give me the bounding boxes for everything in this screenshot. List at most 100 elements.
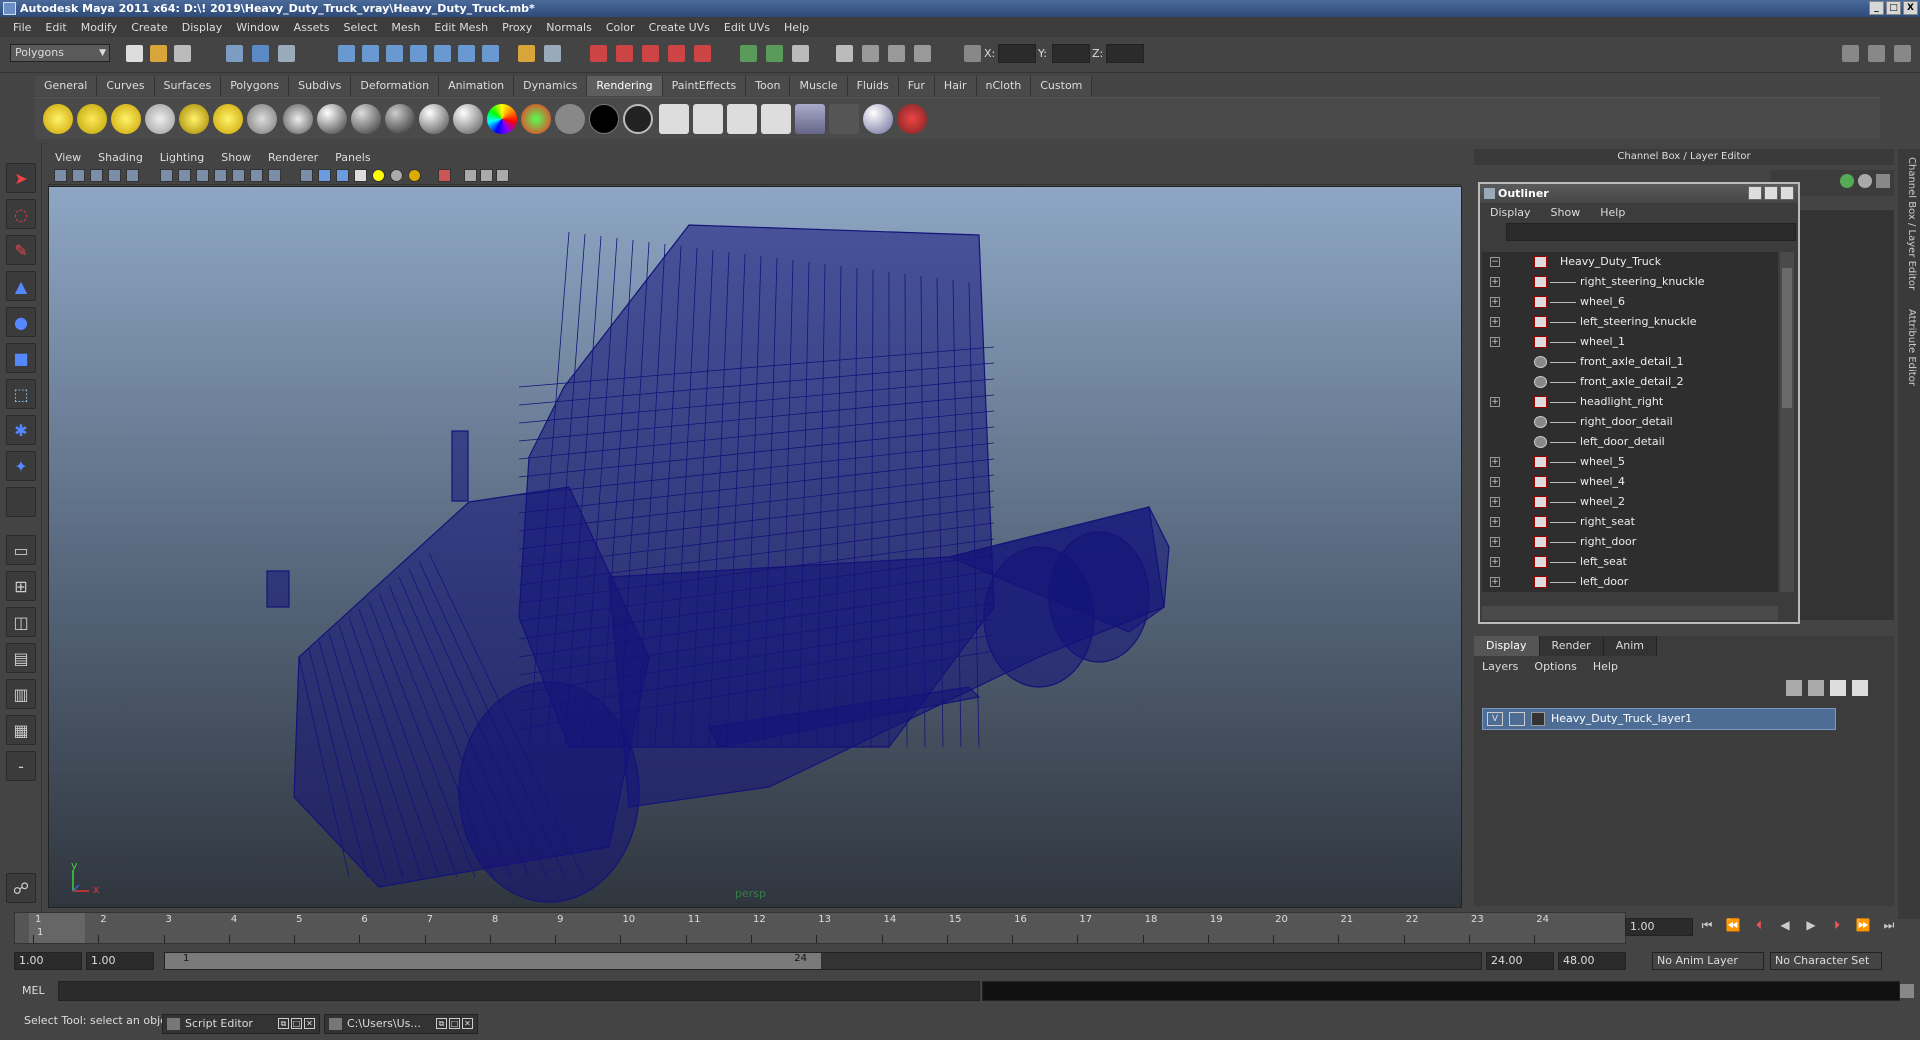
- show-manipulator-icon[interactable]: ✦: [6, 451, 36, 481]
- create-layer-from-selected-icon[interactable]: [1852, 680, 1868, 696]
- high-quality-icon[interactable]: [408, 169, 421, 182]
- grid-icon[interactable]: [160, 169, 173, 182]
- gate-mask-icon[interactable]: [214, 169, 227, 182]
- move-layer-down-icon[interactable]: [1808, 680, 1824, 696]
- outliner-item[interactable]: front_axle_detail_1: [1482, 352, 1778, 372]
- expand-icon[interactable]: +: [1490, 577, 1500, 587]
- create-empty-layer-icon[interactable]: [1830, 680, 1846, 696]
- toggle-tool-settings-icon[interactable]: [1868, 45, 1885, 62]
- save-scene-icon[interactable]: [174, 45, 191, 62]
- layer-visibility-toggle[interactable]: V: [1487, 712, 1503, 726]
- hypershade-shelf-icon[interactable]: [795, 104, 825, 134]
- rotate-tool-icon[interactable]: ●: [6, 307, 36, 337]
- toggle-channel-box-icon[interactable]: [1894, 45, 1911, 62]
- layer-tab-anim[interactable]: Anim: [1603, 636, 1657, 656]
- step-forward-key-icon[interactable]: ⏵: [1828, 918, 1846, 936]
- area-light-icon[interactable]: [179, 104, 209, 134]
- last-tool-slot[interactable]: [6, 487, 36, 517]
- directional-light-icon[interactable]: [77, 104, 107, 134]
- expand-icon[interactable]: +: [1490, 557, 1500, 567]
- material-rampshader-icon[interactable]: [487, 104, 517, 134]
- outliner-item[interactable]: + right_seat: [1482, 512, 1778, 532]
- xray-components-icon[interactable]: [496, 169, 509, 182]
- scale-tool-icon[interactable]: ■: [6, 343, 36, 373]
- material-ocean-icon[interactable]: [623, 104, 653, 134]
- shelf-tab-deformation[interactable]: Deformation: [351, 76, 440, 96]
- play-backwards-icon[interactable]: ◀: [1776, 918, 1794, 936]
- outliner-menu-help[interactable]: Help: [1590, 206, 1635, 219]
- outliner-item[interactable]: + right_steering_knuckle: [1482, 272, 1778, 292]
- ipr-render-shelf-icon[interactable]: [693, 104, 723, 134]
- close-button[interactable]: X: [1903, 1, 1918, 15]
- persp-graph-hypergraph-layout-icon[interactable]: ▦: [6, 715, 36, 745]
- single-perspective-layout-icon[interactable]: ▭: [6, 535, 36, 565]
- task-console[interactable]: C:\Users\Us... ⧉ □ ✕: [324, 1014, 478, 1034]
- make-live-icon[interactable]: [694, 45, 711, 62]
- script-editor-icon[interactable]: [1900, 984, 1914, 998]
- open-scene-icon[interactable]: [150, 45, 167, 62]
- ambient-light-icon[interactable]: [43, 104, 73, 134]
- viewport-menu-panels[interactable]: Panels: [328, 151, 380, 164]
- material-layered-icon[interactable]: [385, 104, 415, 134]
- render-view-icon[interactable]: [727, 104, 757, 134]
- menu-window[interactable]: Window: [229, 21, 286, 34]
- spot-light-icon[interactable]: [145, 104, 175, 134]
- menu-create[interactable]: Create: [124, 21, 175, 34]
- outliner-horizontal-scrollbar[interactable]: [1482, 606, 1778, 620]
- layer-menu-layers[interactable]: Layers: [1474, 660, 1526, 673]
- material-shading-map-icon[interactable]: [521, 104, 551, 134]
- render-sphere-icon[interactable]: [863, 104, 893, 134]
- outliner-filter-field[interactable]: [1506, 223, 1796, 241]
- two-d-pan-zoom-icon[interactable]: [126, 169, 139, 182]
- wireframe-icon[interactable]: [300, 169, 313, 182]
- viewport-menu-shading[interactable]: Shading: [91, 151, 153, 164]
- universal-manipulator-icon[interactable]: ⬚: [6, 379, 36, 409]
- snap-curve-icon[interactable]: [616, 45, 633, 62]
- select-hierarchy-icon[interactable]: [226, 45, 243, 62]
- shelf-tab-toon[interactable]: Toon: [746, 76, 791, 96]
- viewport-menu-renderer[interactable]: Renderer: [261, 151, 328, 164]
- layer-color-swatch[interactable]: [1531, 712, 1545, 726]
- viewport-menu-show[interactable]: Show: [214, 151, 261, 164]
- outliner-scroll-thumb[interactable]: [1782, 268, 1792, 408]
- construction-history-icon[interactable]: [792, 45, 809, 62]
- lock-selection-icon[interactable]: [518, 45, 535, 62]
- menu-proxy[interactable]: Proxy: [495, 21, 539, 34]
- shelf-tab-ncloth[interactable]: nCloth: [976, 76, 1032, 96]
- textured-icon[interactable]: [354, 169, 367, 182]
- shelf-tab-muscle[interactable]: Muscle: [790, 76, 848, 96]
- expand-icon[interactable]: +: [1490, 337, 1500, 347]
- go-to-end-icon[interactable]: ⏭: [1880, 918, 1898, 936]
- go-to-start-icon[interactable]: ⏮: [1698, 918, 1716, 936]
- render-frame-icon[interactable]: [836, 45, 853, 62]
- menu-color[interactable]: Color: [599, 21, 642, 34]
- outliner-maximize-button[interactable]: [1764, 186, 1778, 200]
- menu-edit-mesh[interactable]: Edit Mesh: [427, 21, 495, 34]
- task-script-editor[interactable]: Script Editor ⧉ □ ✕: [162, 1014, 320, 1034]
- render-settings-shelf-icon[interactable]: [761, 104, 791, 134]
- menu-assets[interactable]: Assets: [287, 21, 337, 34]
- minimize-button[interactable]: _: [1869, 1, 1884, 15]
- channel-box-layer-icon[interactable]: [1876, 174, 1890, 188]
- camera-icon[interactable]: [247, 104, 277, 134]
- outliner-item[interactable]: + wheel_1: [1482, 332, 1778, 352]
- shelf-tab-fluids[interactable]: Fluids: [847, 76, 899, 96]
- four-view-layout-icon[interactable]: ⊞: [6, 571, 36, 601]
- outliner-item[interactable]: + wheel_5: [1482, 452, 1778, 472]
- expand-icon[interactable]: +: [1490, 297, 1500, 307]
- perspective-viewport[interactable]: y x persp: [48, 186, 1462, 908]
- use-all-lights-icon[interactable]: [372, 169, 385, 182]
- move-tool-icon[interactable]: ▲: [6, 271, 36, 301]
- safe-action-icon[interactable]: [250, 169, 263, 182]
- lasso-tool-icon[interactable]: ◌: [6, 199, 36, 229]
- menu-file[interactable]: File: [6, 21, 38, 34]
- layer-editor-icon[interactable]: [1858, 174, 1872, 188]
- task-restore-button[interactable]: ⧉: [278, 1018, 289, 1029]
- outliner-minimize-button[interactable]: [1748, 186, 1762, 200]
- image-plane-icon[interactable]: [108, 169, 121, 182]
- layer-playback-toggle[interactable]: [1509, 712, 1525, 726]
- render-current-frame-icon[interactable]: [659, 104, 689, 134]
- layer-tab-render[interactable]: Render: [1539, 636, 1604, 656]
- select-joints-icon[interactable]: [362, 45, 379, 62]
- outliner-item[interactable]: + wheel_2: [1482, 492, 1778, 512]
